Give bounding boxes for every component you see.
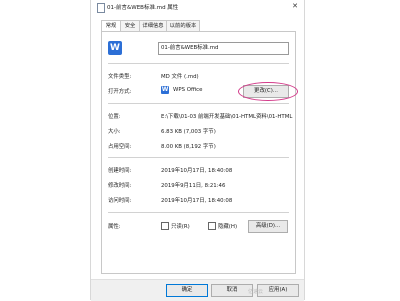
file-type-label: 文件类型: xyxy=(108,74,132,80)
watermark: 亿速云 xyxy=(248,289,264,295)
wps-file-icon: W xyxy=(108,41,122,55)
close-button[interactable]: ✕ xyxy=(290,1,300,12)
readonly-checkbox[interactable] xyxy=(161,222,169,230)
highlight-ellipse xyxy=(238,82,298,101)
properties-dialog: 01-前言&WEB标准.md 属性 ✕ 常规 安全 详细信息 以前的版本 W 0… xyxy=(90,0,305,301)
created-value: 2019年10月17日, 18:40:08 xyxy=(161,168,233,174)
window-title: 01-前言&WEB标准.md 属性 xyxy=(107,5,179,11)
divider xyxy=(108,212,289,213)
wps-icon: W xyxy=(161,86,169,94)
tab-previous-versions[interactable]: 以前的版本 xyxy=(166,20,200,31)
general-panel: W 01-前言&WEB标准.md 文件类型: MD 文件 (.md) 打开方式:… xyxy=(101,31,298,274)
size-label: 大小: xyxy=(108,129,121,135)
open-with-value: WPS Office xyxy=(173,87,203,93)
advanced-button[interactable]: 高级(D)... xyxy=(248,220,288,233)
modified-label: 修改时间: xyxy=(108,183,132,189)
dialog-footer: 确定 取消 应用(A) xyxy=(91,279,304,301)
tab-details[interactable]: 详细信息 xyxy=(139,20,167,31)
readonly-label: 只读(R) xyxy=(171,224,190,230)
size-value: 6.83 KB (7,003 字节) xyxy=(161,129,216,135)
divider xyxy=(108,157,289,158)
accessed-label: 访问时间: xyxy=(108,198,132,204)
file-name-input[interactable]: 01-前言&WEB标准.md xyxy=(158,42,289,55)
location-label: 位置: xyxy=(108,114,121,120)
disk-size-value: 8.00 KB (8,192 字节) xyxy=(161,144,216,150)
location-value: E:\下载\01-03 前端开发基础\01-HTML资料\01-HTML xyxy=(161,114,293,120)
cancel-button[interactable]: 取消 xyxy=(211,284,253,297)
hidden-label: 隐藏(H) xyxy=(218,224,238,230)
open-with-label: 打开方式: xyxy=(108,89,132,95)
title-bar: 01-前言&WEB标准.md 属性 ✕ xyxy=(91,0,304,14)
apply-button[interactable]: 应用(A) xyxy=(257,284,299,297)
file-type-value: MD 文件 (.md) xyxy=(161,74,199,80)
modified-value: 2019年9月11日, 8:21:46 xyxy=(161,183,226,189)
accessed-value: 2019年10月17日, 18:40:08 xyxy=(161,198,233,204)
disk-size-label: 占用空间: xyxy=(108,144,132,150)
attributes-label: 属性: xyxy=(108,224,121,230)
divider xyxy=(108,103,289,104)
divider xyxy=(108,63,289,64)
ok-button[interactable]: 确定 xyxy=(166,284,208,297)
document-icon xyxy=(97,3,105,13)
tab-security[interactable]: 安全 xyxy=(120,20,140,31)
hidden-checkbox[interactable] xyxy=(208,222,216,230)
created-label: 创建时间: xyxy=(108,168,132,174)
